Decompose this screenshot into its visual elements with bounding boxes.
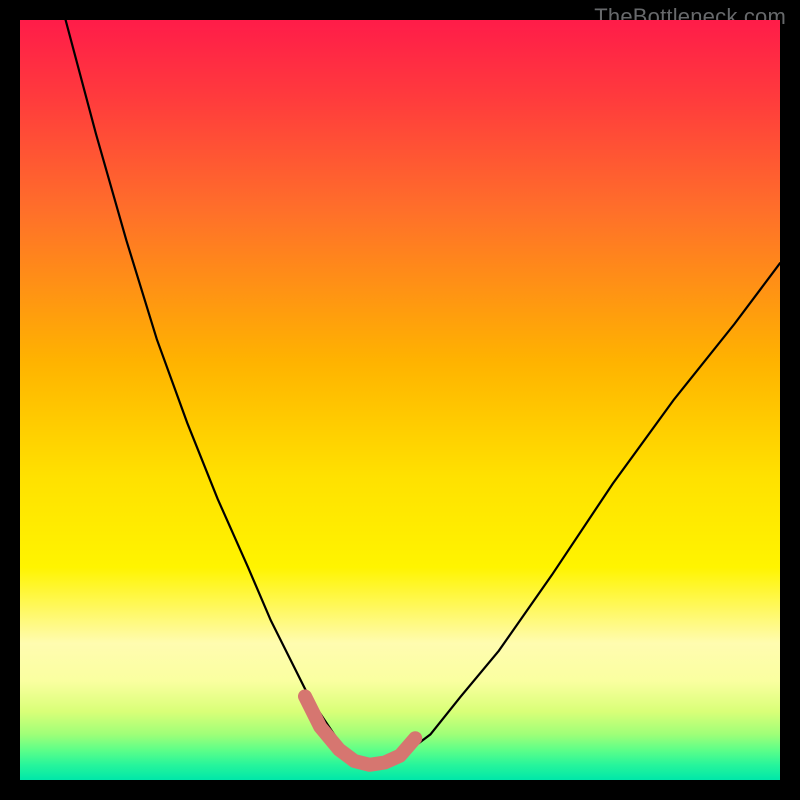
chart-svg bbox=[20, 20, 780, 780]
chart-canvas: TheBottleneck.com bbox=[0, 0, 800, 800]
optimal-highlight bbox=[305, 696, 415, 764]
bottleneck-curve bbox=[66, 20, 780, 765]
